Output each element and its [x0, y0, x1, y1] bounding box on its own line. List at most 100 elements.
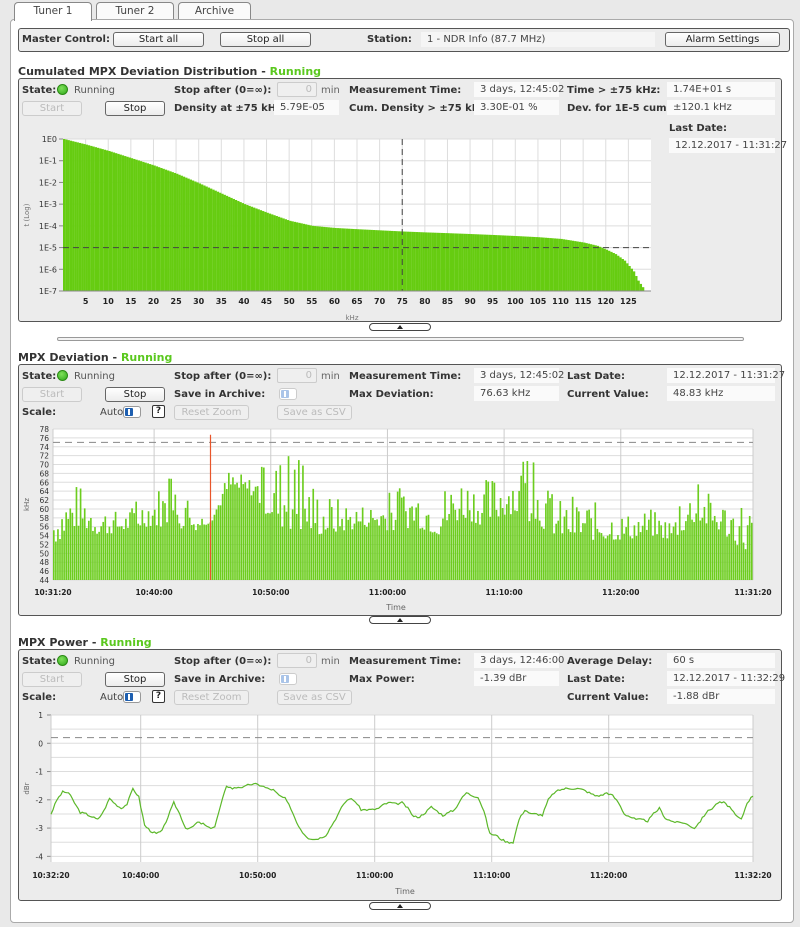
dist-bar: [368, 229, 371, 291]
dist-bar: [569, 240, 572, 291]
stop-after-input[interactable]: 0: [277, 653, 317, 668]
state-label: State:: [22, 656, 57, 667]
section-divider[interactable]: [57, 337, 744, 341]
x-tick-label: 11:20:00: [602, 588, 639, 597]
stop-button[interactable]: Stop: [105, 101, 165, 116]
tab-tuner-2[interactable]: Tuner 2: [96, 2, 174, 20]
stop-all-button[interactable]: Stop all: [220, 32, 311, 47]
dist-chart[interactable]: 1E0 1E-1 1E-2 1E-3 1E-4 1E-5 1E-6 1E-7 5 10 15 20 25…: [19, 129, 664, 321]
dev-bar: [242, 484, 245, 580]
dist-bar: [375, 230, 378, 291]
dev-bar: [118, 526, 121, 580]
dev-chart[interactable]: 444648505254565860626466687072747678 10:3…: [19, 421, 781, 615]
help-icon[interactable]: ?: [152, 405, 165, 418]
dist-bar: [465, 233, 468, 291]
dev-bar: [580, 532, 582, 580]
dev-bar: [400, 497, 403, 580]
start-button[interactable]: Start: [22, 387, 82, 402]
x-tick-label: 11:00:00: [356, 871, 393, 880]
dev-1e5-label: Dev. for 1E-5 cum:: [567, 103, 671, 114]
auto-scale-toggle[interactable]: [123, 406, 141, 418]
dist-bar: [438, 232, 441, 291]
dev-bar: [709, 502, 712, 580]
dev-bar: [330, 507, 333, 580]
tab-tuner-1[interactable]: Tuner 1: [14, 2, 92, 21]
dist-bar: [160, 168, 163, 291]
dev-1e5-value: ±120.1 kHz: [667, 100, 775, 115]
dev-bar: [349, 516, 352, 580]
dev-bar: [569, 532, 572, 580]
x-tick-label: 35: [216, 297, 228, 306]
x-tick-label: 45: [261, 297, 273, 306]
dist-bar: [589, 244, 593, 291]
dist-collapse-toggle[interactable]: [369, 323, 431, 331]
dist-bar: [255, 208, 258, 291]
dev-bar: [468, 510, 471, 580]
dist-bar: [630, 268, 633, 291]
dev-bar: [73, 526, 76, 580]
stop-after-input[interactable]: 0: [277, 82, 317, 97]
pow-chart[interactable]: 1 0 -1 -2 -3 -4 10:32:20 10:40:00 10:50:00 11:00:…: [19, 706, 781, 900]
dist-bar: [404, 231, 407, 291]
dist-bar: [461, 233, 464, 291]
x-axis-label: Time: [385, 603, 406, 612]
dev-bar: [421, 527, 424, 580]
help-icon[interactable]: ?: [152, 690, 165, 703]
y-tick-label: 72: [39, 452, 49, 461]
dev-bar: [635, 536, 638, 580]
dist-bar: [316, 226, 319, 291]
x-tick-label: 65: [351, 297, 363, 306]
dev-bar: [668, 523, 671, 580]
dist-bar: [293, 221, 297, 291]
dist-bar: [601, 247, 604, 291]
dev-bar: [234, 484, 236, 580]
x-tick-label: 60: [329, 297, 341, 306]
auto-scale-toggle[interactable]: [123, 691, 141, 703]
dist-bar: [463, 233, 466, 291]
scale-label: Scale:: [22, 692, 57, 703]
dev-bar: [252, 491, 255, 580]
dist-bar: [411, 231, 414, 291]
reset-zoom-button[interactable]: Reset Zoom: [174, 690, 249, 705]
time-over-label: Time > ±75 kHz:: [567, 85, 661, 96]
stop-after-input[interactable]: 0: [277, 368, 317, 383]
dist-bar: [295, 222, 299, 291]
dist-bar: [578, 241, 581, 291]
save-csv-button[interactable]: Save as CSV: [277, 405, 352, 420]
y-tick-label: 56: [39, 523, 49, 532]
save-archive-toggle[interactable]: [279, 673, 297, 685]
x-tick-label: 10: [103, 297, 115, 306]
start-all-button[interactable]: Start all: [113, 32, 204, 47]
dist-bar: [535, 237, 538, 291]
dev-bar: [265, 513, 267, 580]
reset-zoom-button[interactable]: Reset Zoom: [174, 405, 249, 420]
start-button[interactable]: Start: [22, 101, 82, 116]
stop-button[interactable]: Stop: [105, 387, 165, 402]
dev-bar: [602, 536, 605, 580]
stop-after-label: Stop after (0=∞):: [174, 371, 272, 382]
dev-bar: [123, 529, 125, 580]
station-select[interactable]: 1 - NDR Info (87.7 MHz): [421, 32, 655, 47]
dev-bar: [102, 521, 105, 580]
alarm-settings-button[interactable]: Alarm Settings: [665, 32, 780, 47]
x-tick-label: 40: [238, 297, 250, 306]
dist-bar: [164, 169, 168, 291]
dev-bar: [244, 482, 247, 580]
save-csv-button[interactable]: Save as CSV: [277, 690, 352, 705]
dev-bar: [384, 518, 387, 580]
dev-bar: [738, 526, 741, 580]
dev-collapse-toggle[interactable]: [369, 616, 431, 624]
tab-archive[interactable]: Archive: [178, 2, 251, 20]
dist-bar: [205, 186, 208, 291]
pow-collapse-toggle[interactable]: [369, 902, 431, 910]
dist-bar: [74, 141, 77, 291]
save-archive-toggle[interactable]: [279, 388, 297, 400]
dev-bar: [335, 531, 337, 580]
dev-bar: [197, 524, 199, 580]
start-button[interactable]: Start: [22, 672, 82, 687]
dist-bar: [612, 253, 615, 291]
dev-bar: [236, 482, 238, 580]
dev-bar: [707, 493, 710, 580]
stop-button[interactable]: Stop: [105, 672, 165, 687]
dist-bar: [167, 170, 170, 291]
